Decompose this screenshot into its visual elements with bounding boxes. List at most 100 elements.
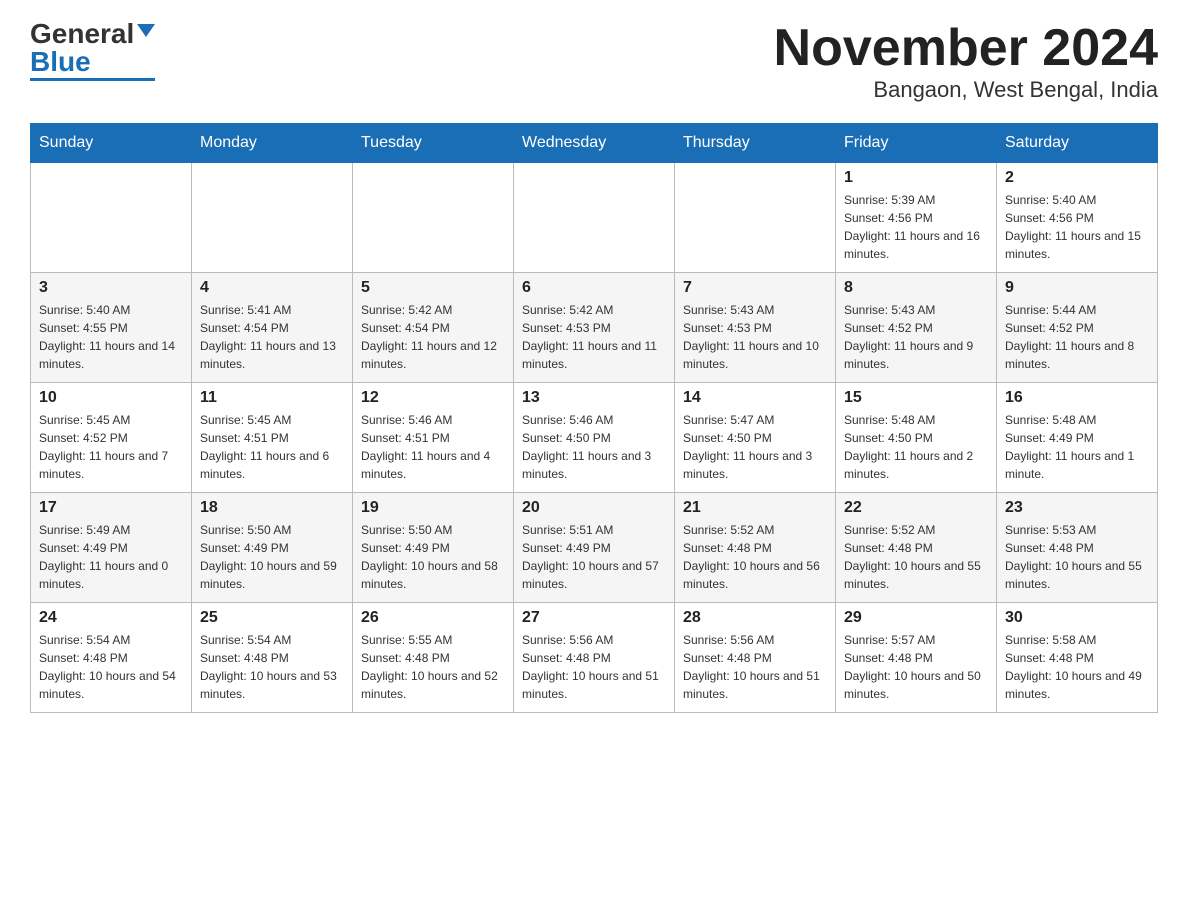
day-info: Sunrise: 5:45 AMSunset: 4:51 PMDaylight:… xyxy=(200,411,344,483)
day-header-friday: Friday xyxy=(836,124,997,163)
logo-general-text: General xyxy=(30,20,134,48)
month-title: November 2024 xyxy=(774,20,1158,77)
calendar-cell: 28Sunrise: 5:56 AMSunset: 4:48 PMDayligh… xyxy=(675,603,836,713)
day-number: 14 xyxy=(683,389,827,407)
day-number: 13 xyxy=(522,389,666,407)
day-number: 12 xyxy=(361,389,505,407)
location-text: Bangaon, West Bengal, India xyxy=(774,77,1158,103)
day-info: Sunrise: 5:58 AMSunset: 4:48 PMDaylight:… xyxy=(1005,631,1149,703)
day-number: 19 xyxy=(361,499,505,517)
calendar-cell: 5 Sunrise: 5:42 AMSunset: 4:54 PMDaylight… xyxy=(353,273,514,383)
day-info: Sunrise: 5:46 AMSunset: 4:51 PMDaylight:… xyxy=(361,411,505,483)
calendar-cell: 22 Sunrise: 5:52 AMSunset: 4:48 PMDayligh… xyxy=(836,493,997,603)
calendar-cell: 29 Sunrise: 5:57 AMSunset: 4:48 PMDayligh… xyxy=(836,603,997,713)
day-info: Sunrise: 5:48 AMSunset: 4:49 PMDaylight:… xyxy=(1005,411,1149,483)
calendar-cell: 14 Sunrise: 5:47 AMSunset: 4:50 PMDayligh… xyxy=(675,383,836,493)
day-number: 24 xyxy=(39,609,183,627)
day-info: Sunrise: 5:41 AMSunset: 4:54 PMDaylight:… xyxy=(200,301,344,373)
day-info: Sunrise: 5:43 AMSunset: 4:52 PMDaylight:… xyxy=(844,301,988,373)
day-number: 9 xyxy=(1005,279,1149,297)
calendar-header-row: SundayMondayTuesdayWednesdayThursdayFrid… xyxy=(31,124,1158,163)
calendar-cell: 24 Sunrise: 5:54 AMSunset: 4:48 PMDayligh… xyxy=(31,603,192,713)
calendar-cell: 27 Sunrise: 5:56 AMSunset: 4:48 PMDayligh… xyxy=(514,603,675,713)
calendar-cell: 8 Sunrise: 5:43 AMSunset: 4:52 PMDaylight… xyxy=(836,273,997,383)
calendar-table: SundayMondayTuesdayWednesdayThursdayFrid… xyxy=(30,123,1158,713)
calendar-week-2: 3 Sunrise: 5:40 AMSunset: 4:55 PMDaylight… xyxy=(31,273,1158,383)
day-info: Sunrise: 5:55 AMSunset: 4:48 PMDaylight:… xyxy=(361,631,505,703)
logo: General Blue xyxy=(30,20,155,81)
day-info: Sunrise: 5:56 AMSunset: 4:48 PMDaylight:… xyxy=(522,631,666,703)
calendar-cell: 1 Sunrise: 5:39 AMSunset: 4:56 PMDaylight… xyxy=(836,163,997,273)
calendar-cell: 3 Sunrise: 5:40 AMSunset: 4:55 PMDaylight… xyxy=(31,273,192,383)
calendar-cell: 23 Sunrise: 5:53 AMSunset: 4:48 PMDayligh… xyxy=(997,493,1158,603)
day-info: Sunrise: 5:53 AMSunset: 4:48 PMDaylight:… xyxy=(1005,521,1149,593)
day-number: 29 xyxy=(844,609,988,627)
day-number: 20 xyxy=(522,499,666,517)
day-info: Sunrise: 5:57 AMSunset: 4:48 PMDaylight:… xyxy=(844,631,988,703)
day-number: 17 xyxy=(39,499,183,517)
day-number: 30 xyxy=(1005,609,1149,627)
calendar-cell: 12 Sunrise: 5:46 AMSunset: 4:51 PMDayligh… xyxy=(353,383,514,493)
day-header-thursday: Thursday xyxy=(675,124,836,163)
day-header-monday: Monday xyxy=(192,124,353,163)
calendar-cell xyxy=(31,163,192,273)
calendar-cell: 13Sunrise: 5:46 AMSunset: 4:50 PMDayligh… xyxy=(514,383,675,493)
day-number: 6 xyxy=(522,279,666,297)
calendar-cell xyxy=(192,163,353,273)
day-info: Sunrise: 5:54 AMSunset: 4:48 PMDaylight:… xyxy=(200,631,344,703)
day-number: 11 xyxy=(200,389,344,407)
calendar-cell: 20Sunrise: 5:51 AMSunset: 4:49 PMDayligh… xyxy=(514,493,675,603)
day-info: Sunrise: 5:52 AMSunset: 4:48 PMDaylight:… xyxy=(683,521,827,593)
day-info: Sunrise: 5:42 AMSunset: 4:54 PMDaylight:… xyxy=(361,301,505,373)
calendar-cell: 16 Sunrise: 5:48 AMSunset: 4:49 PMDayligh… xyxy=(997,383,1158,493)
calendar-cell: 9 Sunrise: 5:44 AMSunset: 4:52 PMDaylight… xyxy=(997,273,1158,383)
day-number: 3 xyxy=(39,279,183,297)
day-number: 27 xyxy=(522,609,666,627)
day-info: Sunrise: 5:54 AMSunset: 4:48 PMDaylight:… xyxy=(39,631,183,703)
calendar-cell: 11 Sunrise: 5:45 AMSunset: 4:51 PMDayligh… xyxy=(192,383,353,493)
day-number: 10 xyxy=(39,389,183,407)
day-info: Sunrise: 5:56 AMSunset: 4:48 PMDaylight:… xyxy=(683,631,827,703)
day-info: Sunrise: 5:45 AMSunset: 4:52 PMDaylight:… xyxy=(39,411,183,483)
calendar-cell: 17 Sunrise: 5:49 AMSunset: 4:49 PMDayligh… xyxy=(31,493,192,603)
day-header-saturday: Saturday xyxy=(997,124,1158,163)
calendar-week-5: 24 Sunrise: 5:54 AMSunset: 4:48 PMDayligh… xyxy=(31,603,1158,713)
page-header: General Blue November 2024 Bangaon, West… xyxy=(30,20,1158,103)
day-info: Sunrise: 5:48 AMSunset: 4:50 PMDaylight:… xyxy=(844,411,988,483)
day-number: 4 xyxy=(200,279,344,297)
day-header-sunday: Sunday xyxy=(31,124,192,163)
day-info: Sunrise: 5:44 AMSunset: 4:52 PMDaylight:… xyxy=(1005,301,1149,373)
day-info: Sunrise: 5:47 AMSunset: 4:50 PMDaylight:… xyxy=(683,411,827,483)
logo-blue-text: Blue xyxy=(30,48,91,76)
calendar-cell: 21Sunrise: 5:52 AMSunset: 4:48 PMDayligh… xyxy=(675,493,836,603)
calendar-week-4: 17 Sunrise: 5:49 AMSunset: 4:49 PMDayligh… xyxy=(31,493,1158,603)
day-info: Sunrise: 5:39 AMSunset: 4:56 PMDaylight:… xyxy=(844,191,988,263)
day-info: Sunrise: 5:50 AMSunset: 4:49 PMDaylight:… xyxy=(200,521,344,593)
calendar-cell: 30 Sunrise: 5:58 AMSunset: 4:48 PMDayligh… xyxy=(997,603,1158,713)
calendar-cell: 6Sunrise: 5:42 AMSunset: 4:53 PMDaylight… xyxy=(514,273,675,383)
day-header-wednesday: Wednesday xyxy=(514,124,675,163)
title-section: November 2024 Bangaon, West Bengal, Indi… xyxy=(774,20,1158,103)
day-number: 5 xyxy=(361,279,505,297)
day-info: Sunrise: 5:50 AMSunset: 4:49 PMDaylight:… xyxy=(361,521,505,593)
calendar-cell: 19 Sunrise: 5:50 AMSunset: 4:49 PMDayligh… xyxy=(353,493,514,603)
day-number: 2 xyxy=(1005,169,1149,187)
day-info: Sunrise: 5:40 AMSunset: 4:55 PMDaylight:… xyxy=(39,301,183,373)
calendar-cell: 2Sunrise: 5:40 AMSunset: 4:56 PMDaylight… xyxy=(997,163,1158,273)
day-header-tuesday: Tuesday xyxy=(353,124,514,163)
calendar-cell: 18Sunrise: 5:50 AMSunset: 4:49 PMDayligh… xyxy=(192,493,353,603)
day-number: 1 xyxy=(844,169,988,187)
day-number: 25 xyxy=(200,609,344,627)
day-info: Sunrise: 5:49 AMSunset: 4:49 PMDaylight:… xyxy=(39,521,183,593)
calendar-cell: 25 Sunrise: 5:54 AMSunset: 4:48 PMDayligh… xyxy=(192,603,353,713)
calendar-cell: 4 Sunrise: 5:41 AMSunset: 4:54 PMDaylight… xyxy=(192,273,353,383)
day-number: 22 xyxy=(844,499,988,517)
calendar-cell xyxy=(353,163,514,273)
calendar-cell: 15Sunrise: 5:48 AMSunset: 4:50 PMDayligh… xyxy=(836,383,997,493)
day-number: 16 xyxy=(1005,389,1149,407)
calendar-cell: 7Sunrise: 5:43 AMSunset: 4:53 PMDaylight… xyxy=(675,273,836,383)
day-number: 8 xyxy=(844,279,988,297)
calendar-cell xyxy=(675,163,836,273)
day-info: Sunrise: 5:52 AMSunset: 4:48 PMDaylight:… xyxy=(844,521,988,593)
day-number: 23 xyxy=(1005,499,1149,517)
